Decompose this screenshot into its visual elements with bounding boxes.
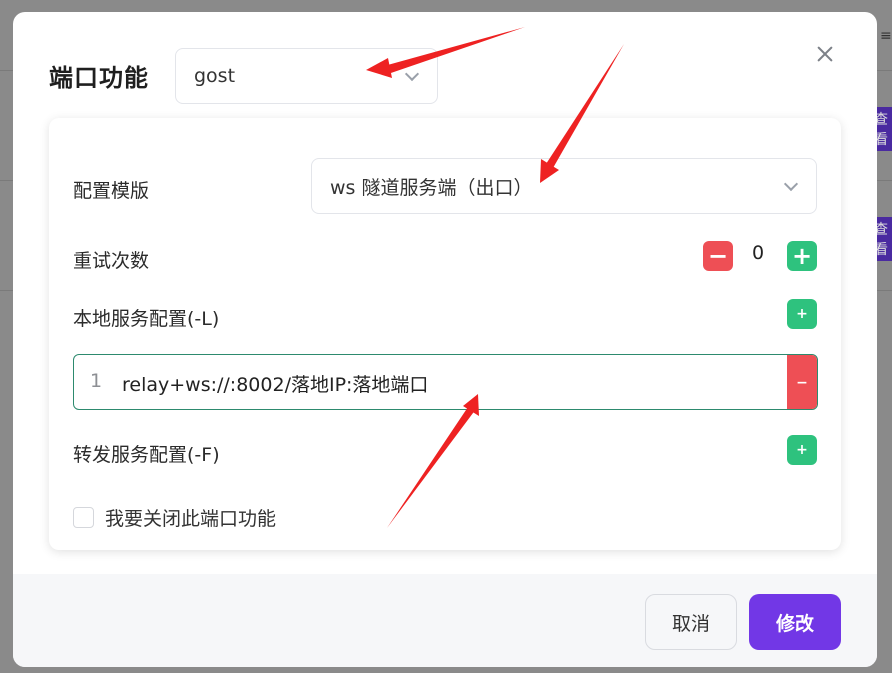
function-select-value: gost	[194, 65, 236, 87]
disable-port-checkbox[interactable]	[73, 507, 94, 528]
close-icon[interactable]	[813, 42, 837, 66]
submit-button[interactable]: 修改	[749, 594, 841, 650]
local-service-line-text[interactable]: relay+ws://:8002/落地IP:落地端口	[122, 370, 428, 397]
forward-service-label: 转发服务配置(-F)	[73, 444, 220, 466]
port-function-modal: 端口功能 gost 配置模版 ws 隧道服务端（出口） 重试次数 − 0 + 本…	[13, 12, 877, 667]
disable-port-label[interactable]: 我要关闭此端口功能	[105, 504, 276, 531]
config-card: 配置模版 ws 隧道服务端（出口） 重试次数 − 0 + 本地服务配置(-L) …	[49, 118, 841, 550]
template-select-value: ws 隧道服务端（出口）	[330, 176, 533, 199]
background-menu-icon: ≡	[880, 28, 892, 44]
add-forward-service-button[interactable]: +	[787, 435, 817, 465]
cancel-button[interactable]: 取消	[645, 594, 737, 650]
retry-value: 0	[751, 242, 765, 264]
local-service-line-input[interactable]: 1 relay+ws://:8002/落地IP:落地端口 −	[73, 354, 818, 410]
retry-label: 重试次数	[73, 250, 150, 272]
retry-decrement-button[interactable]: −	[703, 241, 733, 271]
line-number: 1	[90, 370, 103, 392]
chevron-down-icon	[404, 66, 420, 82]
template-select[interactable]: ws 隧道服务端（出口）	[311, 158, 817, 214]
local-service-label: 本地服务配置(-L)	[73, 308, 220, 330]
template-label: 配置模版	[73, 180, 150, 202]
function-select[interactable]: gost	[175, 48, 438, 104]
modal-footer: 取消 修改	[13, 574, 877, 667]
retry-increment-button[interactable]: +	[787, 241, 817, 271]
chevron-down-icon	[783, 176, 799, 192]
remove-line-button[interactable]: −	[787, 355, 817, 409]
add-local-service-button[interactable]: +	[787, 299, 817, 329]
modal-title: 端口功能	[49, 64, 149, 92]
